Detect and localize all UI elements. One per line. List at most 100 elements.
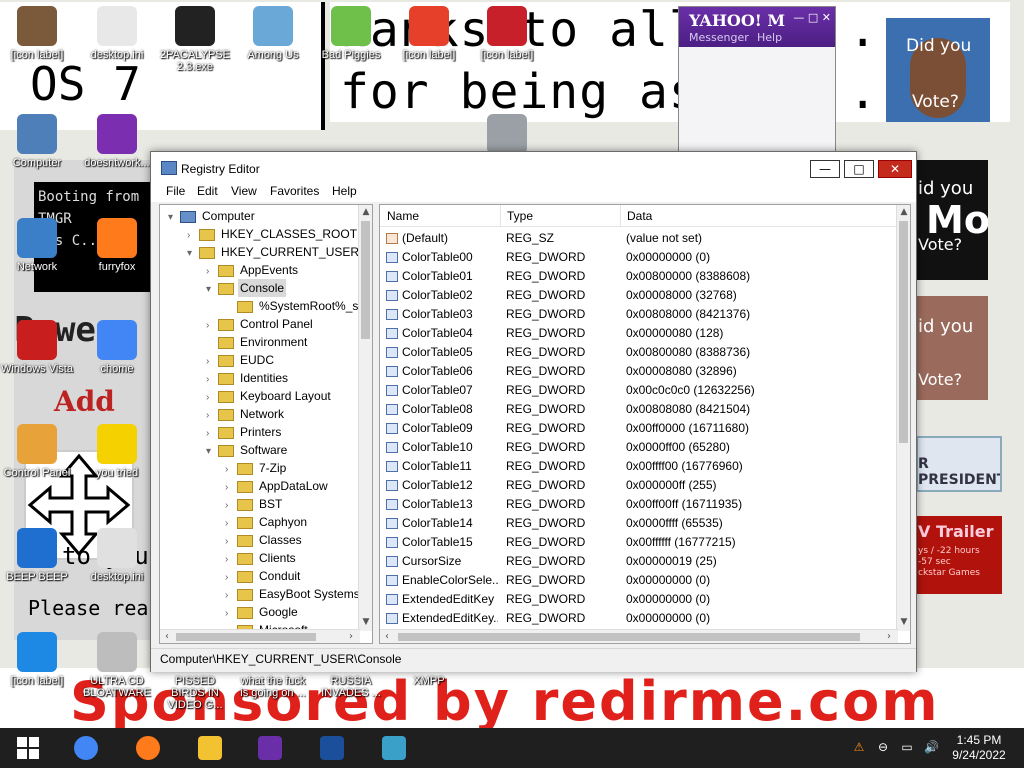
desktop-icon[interactable]: [icon label] [0,632,74,687]
desktop-icon[interactable]: ULTRA CD BLOATWARE [80,632,154,699]
scroll-thumb[interactable] [361,221,370,339]
taskbar-explorer-button[interactable] [188,732,232,764]
value-row[interactable]: ColorTable03 REG_DWORD 0x00808000 (8421376… [380,305,894,324]
tree-node[interactable]: › EasyBoot Systems [225,585,362,603]
desktop-icon[interactable]: you tried [80,424,154,479]
expanded-arrow-icon[interactable]: ▾ [206,443,218,461]
tree-node[interactable]: › HKEY_CLASSES_ROOT [187,225,359,243]
value-row[interactable]: CursorSize REG_DWORD 0x00000019 (25) [380,552,894,571]
desktop-icon[interactable]: Windows Vista [0,320,74,375]
tree-node[interactable]: › Printers [206,423,283,441]
tree-node[interactable]: › Identities [206,369,290,387]
network-icon[interactable]: ▭ [900,740,914,754]
scroll-thumb[interactable] [398,633,860,641]
scroll-down-arrow-icon[interactable]: ▼ [897,615,910,629]
value-row[interactable]: ColorTable05 REG_DWORD 0x00800080 (8388736… [380,343,894,362]
desktop-icon[interactable]: desktop.ini [80,6,154,61]
value-row[interactable]: ExtendedEditKey REG_DWORD 0x00000000 (0) [380,590,894,609]
tree-node[interactable]: › Control Panel [206,315,315,333]
yahoo-messenger-window[interactable]: YAHOO! M Messenger Help — □ ✕ [678,6,836,154]
column-divider[interactable] [620,205,621,227]
tree-node[interactable]: › Caphyon [225,513,309,531]
value-row[interactable]: ColorTable01 REG_DWORD 0x00800000 (8388608… [380,267,894,286]
menu-help[interactable]: Help [332,184,357,198]
tree-node[interactable]: ▾ Console [206,279,287,299]
desktop-icon[interactable]: [icon label] [470,6,544,61]
close-button[interactable]: ✕ [878,160,912,178]
column-header-type[interactable]: Type [507,209,533,223]
list-vertical-scrollbar[interactable]: ▲ ▼ [896,205,910,631]
values-list-pane[interactable]: Name Type Data (Default) REG_SZ (value not… [379,204,911,644]
tree-node[interactable]: › AppDataLow [225,477,330,495]
desktop-icon[interactable]: [icon label] [0,6,74,61]
taskbar-start-button[interactable] [6,732,50,764]
tree-node[interactable]: › Clients [225,549,298,567]
value-row[interactable]: ColorTable13 REG_DWORD 0x00ff00ff (1671193… [380,495,894,514]
desktop-icon[interactable]: 2PACALYPSE 2.3.exe [158,6,232,73]
tree-node[interactable]: › EUDC [206,351,276,369]
expanded-arrow-icon[interactable]: ▾ [187,245,199,263]
desktop-icon[interactable]: [icon label] [392,6,466,61]
taskbar-powershell-button[interactable] [310,732,354,764]
tree-node[interactable]: %SystemRoot%_sy [225,297,366,315]
yahoo-window-buttons[interactable]: — □ ✕ [793,11,831,24]
desktop-icon[interactable]: Computer [0,114,74,169]
yahoo-menu-help[interactable]: Help [757,31,782,44]
tree-node[interactable]: ▾ Computer [168,207,257,225]
value-row[interactable]: ColorTable11 REG_DWORD 0x00ffff00 (1677696… [380,457,894,476]
tree-vertical-scrollbar[interactable]: ▲ ▼ [358,205,372,631]
value-row[interactable]: ColorTable12 REG_DWORD 0x000000ff (255) [380,476,894,495]
tree-node[interactable]: › 7-Zip [225,459,288,477]
yahoo-menu-messenger[interactable]: Messenger [689,31,749,44]
menu-view[interactable]: View [231,184,257,198]
taskbar-registry-editor-button[interactable] [372,732,416,764]
expanded-arrow-icon[interactable]: ▾ [206,281,218,299]
tree-node[interactable]: › Classes [225,531,304,549]
tree-node[interactable]: ▾ HKEY_CURRENT_USER [187,243,361,261]
value-row[interactable]: ColorTable09 REG_DWORD 0x00ff0000 (1671168… [380,419,894,438]
minimize-button[interactable]: — [810,160,840,178]
list-horizontal-scrollbar[interactable]: ‹ › [380,629,898,643]
menu-favorites[interactable]: Favorites [270,184,319,198]
value-row[interactable]: ColorTable04 REG_DWORD 0x00000080 (128) [380,324,894,343]
warning-icon[interactable]: ⚠ [852,740,866,754]
desktop-icon[interactable]: doesntwork... [80,114,154,169]
column-header-data[interactable]: Data [627,209,652,223]
taskbar-yahoo-messenger-button[interactable] [248,732,292,764]
desktop-icon[interactable]: chome [80,320,154,375]
registry-editor-window[interactable]: Registry Editor — □ ✕ File Edit View Fav… [150,151,917,672]
scroll-right-arrow-icon[interactable]: › [882,630,896,643]
tree-node[interactable]: Environment [206,333,309,351]
taskbar-firefox-button[interactable] [126,732,170,764]
expanded-arrow-icon[interactable]: ▾ [168,209,180,227]
value-row[interactable]: ColorTable08 REG_DWORD 0x00808080 (8421504… [380,400,894,419]
value-row[interactable]: ColorTable10 REG_DWORD 0x0000ff00 (65280) [380,438,894,457]
value-row[interactable]: ColorTable06 REG_DWORD 0x00008080 (32896) [380,362,894,381]
scroll-left-arrow-icon[interactable]: ‹ [160,630,174,643]
value-row[interactable]: ColorTable00 REG_DWORD 0x00000000 (0) [380,248,894,267]
value-row[interactable]: (Default) REG_SZ (value not set) [380,229,894,248]
volume-icon[interactable]: 🔊 [924,740,939,754]
maximize-button[interactable]: □ [844,160,874,178]
yahoo-titlebar[interactable]: YAHOO! M Messenger Help — □ ✕ [679,7,835,47]
tree-node[interactable]: › Keyboard Layout [206,387,333,405]
tree-node[interactable]: › Network [206,405,286,423]
desktop-icon[interactable]: desktop.ini [80,528,154,583]
desktop-icon[interactable]: furryfox [80,218,154,273]
value-row[interactable]: EnableColorSele... REG_DWORD 0x00000000 (0… [380,571,894,590]
value-row[interactable]: ColorTable14 REG_DWORD 0x0000ffff (65535) [380,514,894,533]
desktop-icon[interactable]: Network [0,218,74,273]
tree-node[interactable]: ▾ Software [206,441,289,459]
scroll-thumb[interactable] [899,221,908,443]
taskbar-chrome-button[interactable] [64,732,108,764]
menu-file[interactable]: File [166,184,185,198]
desktop-icon[interactable]: Control Panel [0,424,74,479]
value-row[interactable]: ColorTable07 REG_DWORD 0x00c0c0c0 (1263225… [380,381,894,400]
desktop-icon[interactable]: BEEP BEEP [0,528,74,583]
scroll-thumb[interactable] [176,633,316,641]
desktop-icon[interactable]: Among Us [236,6,310,61]
column-divider[interactable] [500,205,501,227]
tree-node[interactable]: › Google [225,603,300,621]
scroll-up-arrow-icon[interactable]: ▲ [897,205,910,219]
taskbar-clock[interactable]: 1:45 PM 9/24/2022 [948,733,1010,763]
